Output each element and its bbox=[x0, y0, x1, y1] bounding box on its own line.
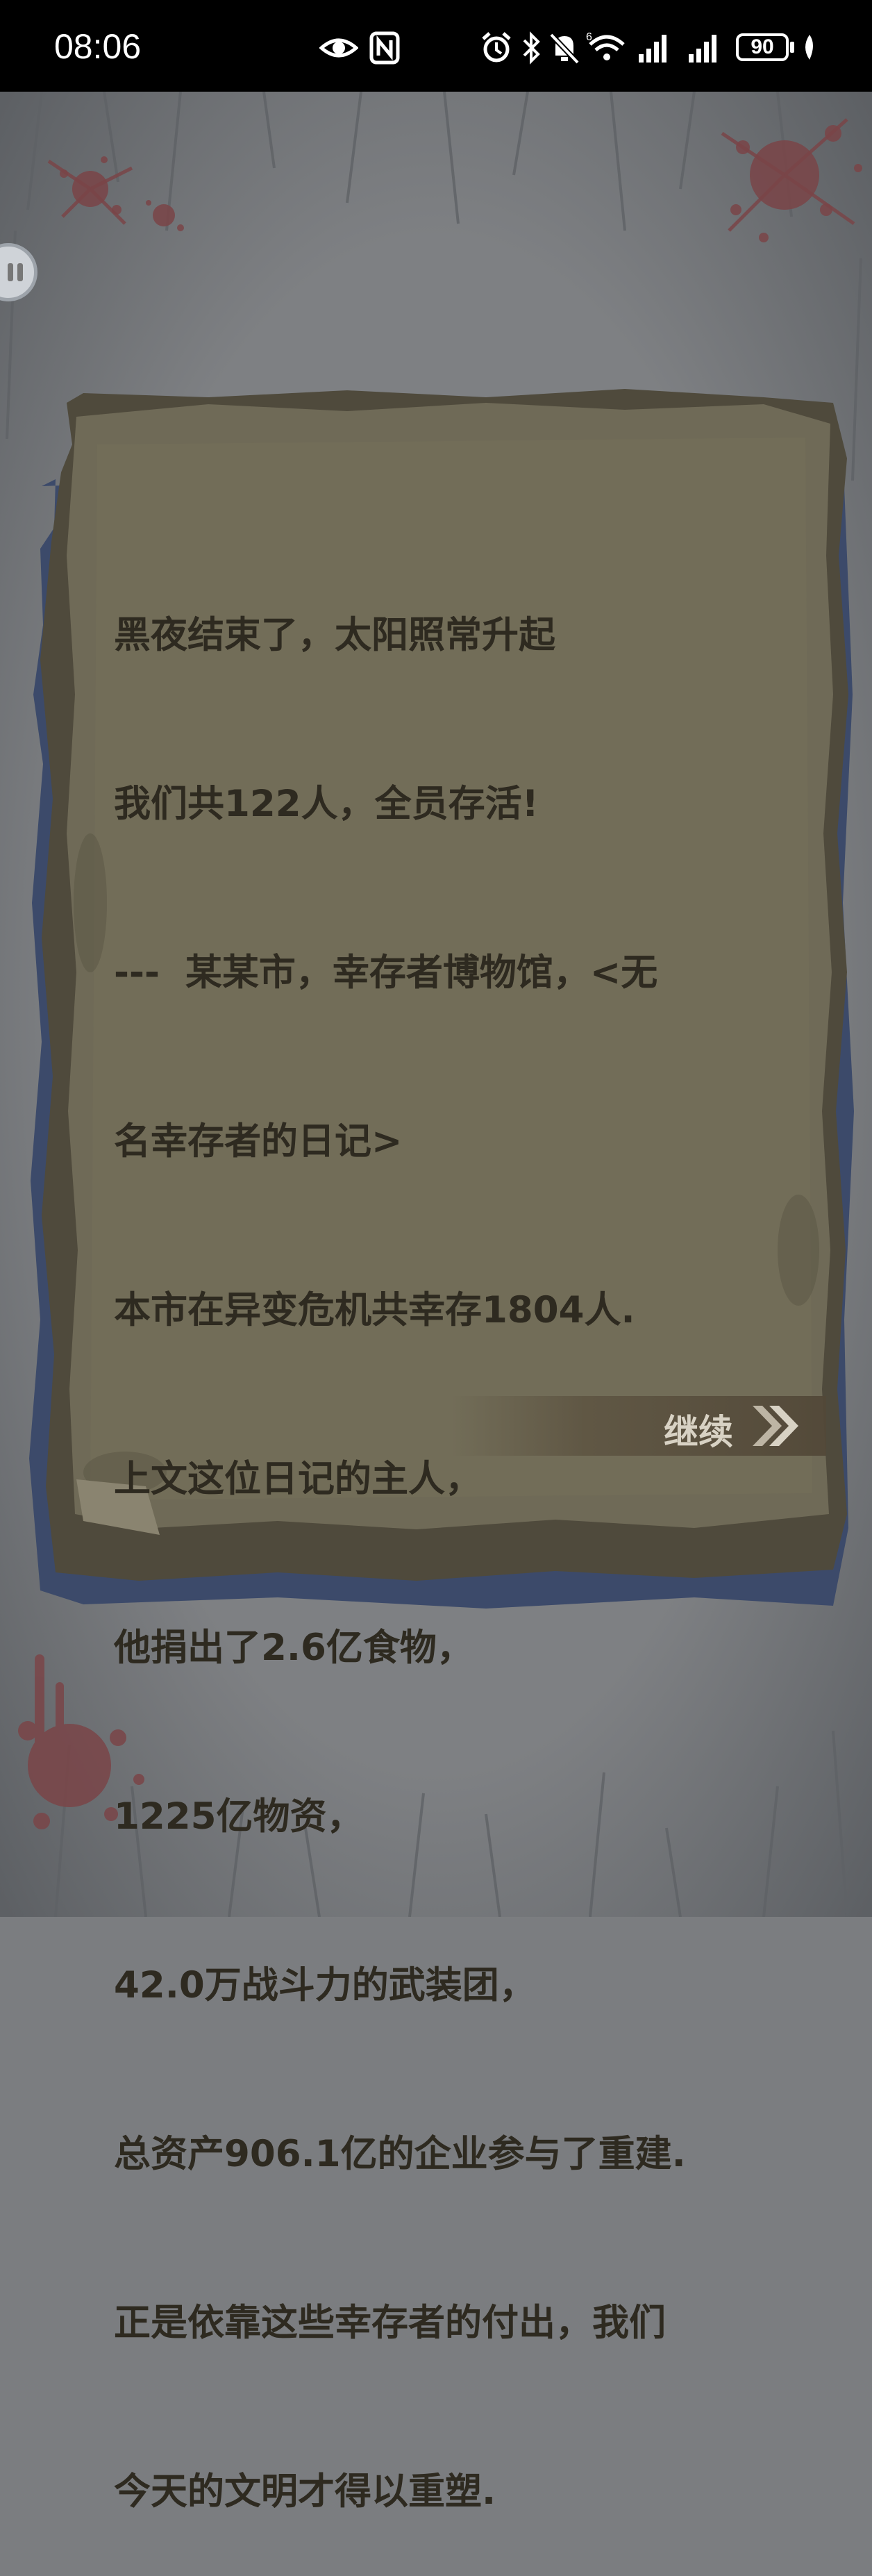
diary-line: 42.0万战斗力的武装团， bbox=[114, 1964, 536, 2006]
continue-label: 继续 bbox=[664, 1412, 733, 1452]
diary-text: 黑夜结束了，太阳照常升起 我们共122人，全员存活! --- 某某市，幸存者博物… bbox=[114, 495, 780, 2576]
diary-line: 本市在异变危机共幸存1804人. bbox=[114, 1289, 635, 1331]
diary-line: 他捐出了2.6亿食物， bbox=[114, 1627, 473, 1669]
diary-line: 今天的文明才得以重塑. bbox=[114, 2470, 496, 2513]
diary-line: 总资产906.1亿的企业参与了重建. bbox=[114, 2133, 686, 2175]
diary-line: 我们共122人，全员存活! bbox=[114, 783, 539, 825]
diary-line: 黑夜结束了，太阳照常升起 bbox=[114, 614, 555, 656]
diary-line: 1225亿物资， bbox=[114, 1795, 364, 1838]
diary-line: 正是依靠这些幸存者的付出，我们 bbox=[114, 2302, 666, 2344]
diary-line: 名幸存者的日记> bbox=[114, 1120, 403, 1163]
continue-button[interactable]: 继续 bbox=[451, 1396, 826, 1456]
diary-line: 上文这位日记的主人， bbox=[114, 1458, 482, 1500]
diary-line: --- 某某市，幸存者博物馆，<无 bbox=[114, 952, 658, 994]
double-chevron-right-icon bbox=[753, 1406, 798, 1446]
